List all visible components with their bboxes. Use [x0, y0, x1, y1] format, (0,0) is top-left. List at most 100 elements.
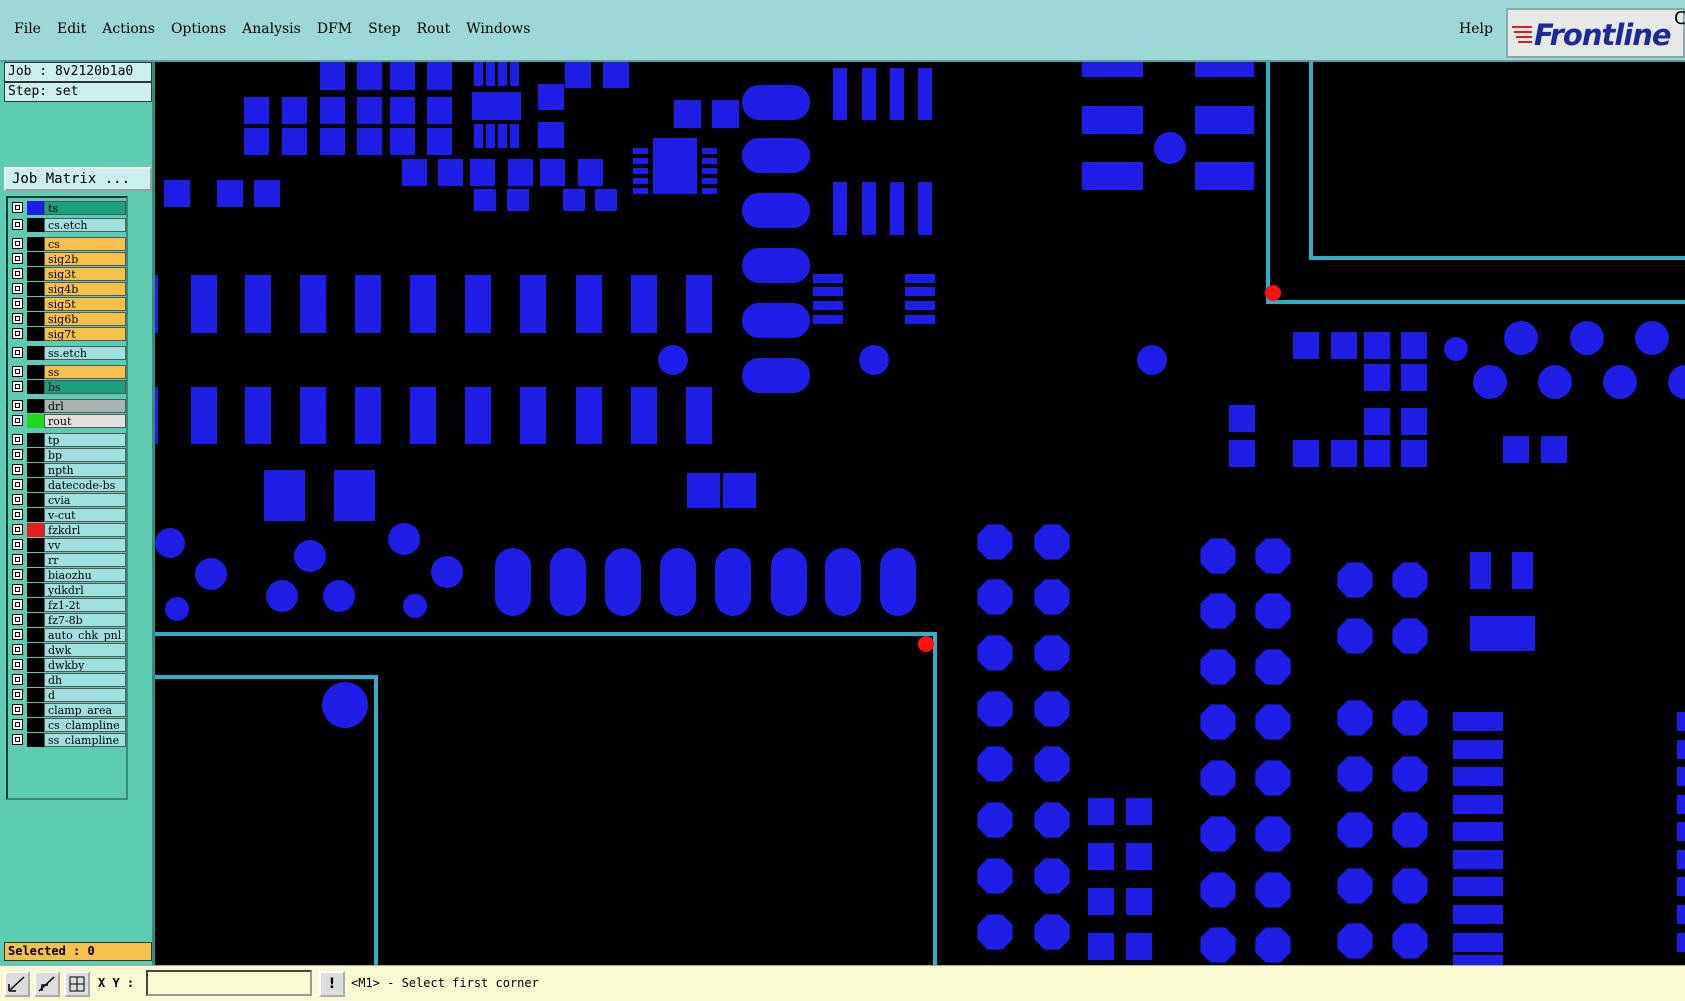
- layer-checkbox[interactable]: [12, 599, 23, 610]
- job-matrix-button[interactable]: Job Matrix ...: [4, 167, 152, 191]
- layer-color-swatch[interactable]: [27, 583, 44, 597]
- layer-color-swatch[interactable]: [27, 218, 44, 232]
- layer-checkbox[interactable]: [12, 415, 23, 426]
- layer-checkbox[interactable]: [12, 449, 23, 460]
- layer-row-sig3t[interactable]: sig3t: [10, 267, 126, 281]
- layer-color-swatch[interactable]: [27, 673, 44, 687]
- layer-name[interactable]: sig3t: [44, 267, 126, 281]
- layer-checkbox[interactable]: [12, 381, 23, 392]
- layer-row-sig5t[interactable]: sig5t: [10, 297, 126, 311]
- layer-color-swatch[interactable]: [27, 433, 44, 447]
- layer-name[interactable]: tp: [44, 433, 126, 447]
- layer-row-dh[interactable]: dh: [10, 673, 126, 687]
- menu-edit[interactable]: Edit: [49, 21, 94, 37]
- layer-row-fz7-8b[interactable]: fz7-8b: [10, 613, 126, 627]
- layer-checkbox[interactable]: [12, 644, 23, 655]
- layer-row-cvia[interactable]: cvia: [10, 493, 126, 507]
- layer-row-cs.etch[interactable]: cs.etch: [10, 218, 126, 232]
- layer-name[interactable]: cs.etch: [44, 218, 126, 232]
- layer-checkbox[interactable]: [12, 569, 23, 580]
- layer-color-swatch[interactable]: [27, 613, 44, 627]
- menu-step[interactable]: Step: [360, 21, 408, 37]
- layer-checkbox[interactable]: [12, 689, 23, 700]
- layer-checkbox[interactable]: [12, 434, 23, 445]
- layer-row-rr[interactable]: rr: [10, 553, 126, 567]
- layer-color-swatch[interactable]: [27, 365, 44, 379]
- layer-row-d[interactable]: d: [10, 688, 126, 702]
- layer-name[interactable]: fzkdrl: [44, 523, 126, 537]
- layer-checkbox[interactable]: [12, 202, 23, 213]
- layer-name[interactable]: v-cut: [44, 508, 126, 522]
- layer-name[interactable]: ss_clampline: [44, 733, 126, 747]
- layer-name[interactable]: dwk: [44, 643, 126, 657]
- layer-color-swatch[interactable]: [27, 733, 44, 747]
- layer-name[interactable]: rout: [44, 414, 126, 428]
- layer-row-dwk[interactable]: dwk: [10, 643, 126, 657]
- layer-name[interactable]: biaozhu: [44, 568, 126, 582]
- layer-name[interactable]: sig2b: [44, 252, 126, 266]
- layer-checkbox[interactable]: [12, 298, 23, 309]
- layer-checkbox[interactable]: [12, 238, 23, 249]
- layer-color-swatch[interactable]: [27, 448, 44, 462]
- layer-checkbox[interactable]: [12, 283, 23, 294]
- layer-row-datecode-bs[interactable]: datecode-bs: [10, 478, 126, 492]
- layer-color-swatch[interactable]: [27, 201, 44, 215]
- layer-name[interactable]: fz1-2t: [44, 598, 126, 612]
- layer-color-swatch[interactable]: [27, 598, 44, 612]
- layer-name[interactable]: vv: [44, 538, 126, 552]
- layer-row-ss[interactable]: ss: [10, 365, 126, 379]
- layer-name[interactable]: cs: [44, 237, 126, 251]
- layer-row-cs[interactable]: cs: [10, 237, 126, 251]
- layer-checkbox[interactable]: [12, 347, 23, 358]
- measure-icon[interactable]: [34, 971, 60, 997]
- layer-name[interactable]: sig7t: [44, 327, 126, 341]
- layer-color-swatch[interactable]: [27, 493, 44, 507]
- layer-color-swatch[interactable]: [27, 523, 44, 537]
- layer-color-swatch[interactable]: [27, 718, 44, 732]
- layer-row-vv[interactable]: vv: [10, 538, 126, 552]
- layer-row-drl[interactable]: drl: [10, 399, 126, 413]
- layer-checkbox[interactable]: [12, 400, 23, 411]
- layer-name[interactable]: clamp_area: [44, 703, 126, 717]
- layer-checkbox[interactable]: [12, 479, 23, 490]
- layer-color-swatch[interactable]: [27, 553, 44, 567]
- layer-row-tp[interactable]: tp: [10, 433, 126, 447]
- layer-row-auto_chk_pnl[interactable]: auto_chk_pnl: [10, 628, 126, 642]
- layer-row-v-cut[interactable]: v-cut: [10, 508, 126, 522]
- layer-checkbox[interactable]: [12, 509, 23, 520]
- layer-name[interactable]: drl: [44, 399, 126, 413]
- layer-row-ss.etch[interactable]: ss.etch: [10, 346, 126, 360]
- layer-checkbox[interactable]: [12, 584, 23, 595]
- layer-color-swatch[interactable]: [27, 658, 44, 672]
- layer-name[interactable]: sig6b: [44, 312, 126, 326]
- layer-color-swatch[interactable]: [27, 538, 44, 552]
- layer-name[interactable]: ss.etch: [44, 346, 126, 360]
- layer-row-ydkdrl[interactable]: ydkdrl: [10, 583, 126, 597]
- menu-options[interactable]: Options: [163, 21, 234, 37]
- layer-name[interactable]: bp: [44, 448, 126, 462]
- layer-checkbox[interactable]: [12, 719, 23, 730]
- layer-color-swatch[interactable]: [27, 463, 44, 477]
- menu-rout[interactable]: Rout: [409, 21, 459, 37]
- menu-analysis[interactable]: Analysis: [234, 21, 309, 37]
- layer-checkbox[interactable]: [12, 554, 23, 565]
- graphics-canvas[interactable]: [152, 62, 1685, 974]
- layer-name[interactable]: rr: [44, 553, 126, 567]
- layer-checkbox[interactable]: [12, 659, 23, 670]
- layer-name[interactable]: dwkby: [44, 658, 126, 672]
- layer-name[interactable]: bs: [44, 380, 126, 394]
- layer-row-clamp_area[interactable]: clamp_area: [10, 703, 126, 717]
- layer-row-biaozhu[interactable]: biaozhu: [10, 568, 126, 582]
- layer-checkbox[interactable]: [12, 734, 23, 745]
- layer-name[interactable]: fz7-8b: [44, 613, 126, 627]
- layer-row-ss_clampline[interactable]: ss_clampline: [10, 733, 126, 747]
- layer-color-swatch[interactable]: [27, 688, 44, 702]
- layer-name[interactable]: dh: [44, 673, 126, 687]
- layer-color-swatch[interactable]: [27, 508, 44, 522]
- layer-row-fz1-2t[interactable]: fz1-2t: [10, 598, 126, 612]
- layer-checkbox[interactable]: [12, 464, 23, 475]
- layer-color-swatch[interactable]: [27, 252, 44, 266]
- layer-row-cs_clampline[interactable]: cs_clampline: [10, 718, 126, 732]
- layer-name[interactable]: cs_clampline: [44, 718, 126, 732]
- layer-row-sig4b[interactable]: sig4b: [10, 282, 126, 296]
